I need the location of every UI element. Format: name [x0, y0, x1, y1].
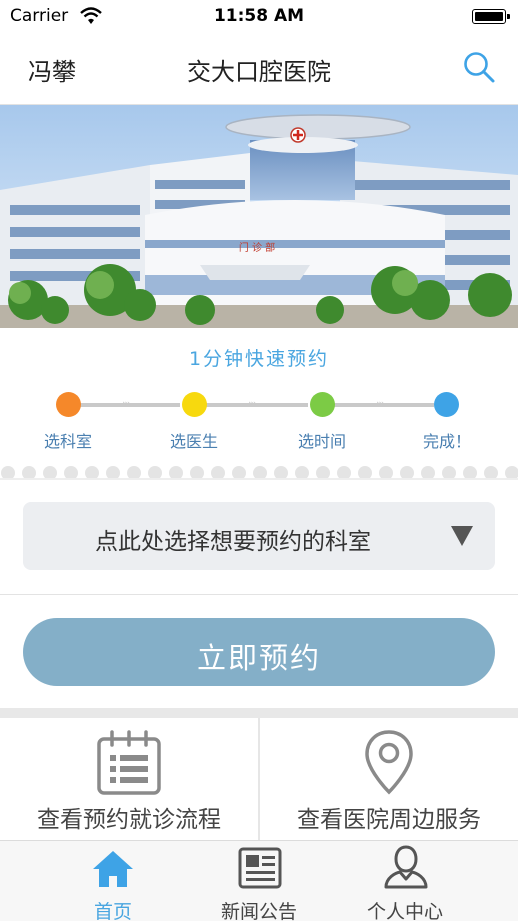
scallop-dot: [127, 466, 141, 478]
user-icon: [384, 845, 428, 889]
tab-news[interactable]: 新闻公告: [184, 841, 334, 923]
step-arrow-icon: ›››: [248, 397, 257, 410]
step-label-done: 完成！: [422, 432, 471, 451]
quick-booking-title: 1分钟快速预约: [188, 348, 330, 370]
step-connector: [80, 403, 180, 407]
scallop-dot: [211, 466, 225, 478]
step-arrow-icon: ›››: [122, 397, 131, 410]
step-connector: [206, 403, 308, 407]
scallop-dot: [232, 466, 246, 478]
scallop-dot: [253, 466, 267, 478]
scallop-dot: [484, 466, 498, 478]
scallop-dot: [43, 466, 57, 478]
step-dot-department: [56, 392, 81, 417]
section-separator: [0, 708, 518, 718]
tab-bar: 首页 新闻公告 个人中心: [0, 840, 518, 923]
step-connector: [334, 403, 434, 407]
tile-divider: [258, 718, 260, 840]
step-arrow-icon: ›››: [376, 397, 385, 410]
scallop-dot: [295, 466, 309, 478]
department-select[interactable]: 点此处选择想要预约的科室: [23, 502, 495, 570]
home-icon: [93, 851, 133, 887]
scallop-dot: [22, 466, 36, 478]
newspaper-icon: [238, 847, 282, 889]
step-label-department: 选科室: [43, 432, 92, 451]
tab-home[interactable]: 首页: [38, 841, 188, 923]
book-now-label: 立即预约: [196, 641, 321, 675]
scallop-dot: [1, 466, 15, 478]
scallop-dot: [106, 466, 120, 478]
scallop-dot: [442, 466, 456, 478]
battery-icon: [472, 9, 510, 24]
scallop-dot: [148, 466, 162, 478]
tile-nearby-services[interactable]: 查看医院周边服务: [260, 718, 518, 840]
scallop-dot: [274, 466, 288, 478]
clock-time: 11:58 AM: [213, 6, 305, 26]
hospital-banner-image: 门 诊 部: [0, 105, 518, 328]
tile-nearby-services-label: 查看医院周边服务: [297, 807, 481, 833]
tile-booking-process-label: 查看预约就诊流程: [37, 807, 221, 833]
booking-steps: ››› ››› ››› 选科室 选医生 选时间 完成！: [0, 390, 518, 451]
scallop-dot: [400, 466, 414, 478]
scallop-dot: [85, 466, 99, 478]
scallop-dot: [64, 466, 78, 478]
status-bar: Carrier 11:58 AM: [0, 0, 518, 34]
tab-profile[interactable]: 个人中心: [330, 841, 480, 923]
dropdown-triangle-icon: [451, 526, 473, 546]
divider: [0, 594, 518, 595]
scallop-dot: [505, 466, 518, 478]
nav-bar: 冯攀 交大口腔医院: [0, 34, 518, 105]
calendar-list-icon: [97, 730, 161, 795]
step-dot-done: [434, 392, 459, 417]
scallop-dot: [169, 466, 183, 478]
book-now-button[interactable]: 立即预约: [23, 618, 495, 686]
scallop-dot: [316, 466, 330, 478]
step-dot-doctor: [182, 392, 207, 417]
divider: [0, 478, 518, 480]
scallop-dot: [358, 466, 372, 478]
step-label-time: 选时间: [297, 432, 346, 451]
search-icon[interactable]: [462, 50, 496, 84]
scallop-dot: [463, 466, 477, 478]
department-select-placeholder: 点此处选择想要预约的科室: [95, 529, 371, 555]
page-title: 交大口腔医院: [187, 58, 331, 86]
location-pin-icon: [365, 730, 413, 795]
tile-booking-process[interactable]: 查看预约就诊流程: [0, 718, 258, 840]
scallop-dot: [190, 466, 204, 478]
scallop-dot: [421, 466, 435, 478]
step-label-doctor: 选医生: [169, 432, 218, 451]
scallop-dot: [379, 466, 393, 478]
banner-sign-text: 门 诊 部: [239, 241, 275, 254]
scallop-dot: [337, 466, 351, 478]
step-dot-time: [310, 392, 335, 417]
scallop-divider: [1, 466, 518, 478]
